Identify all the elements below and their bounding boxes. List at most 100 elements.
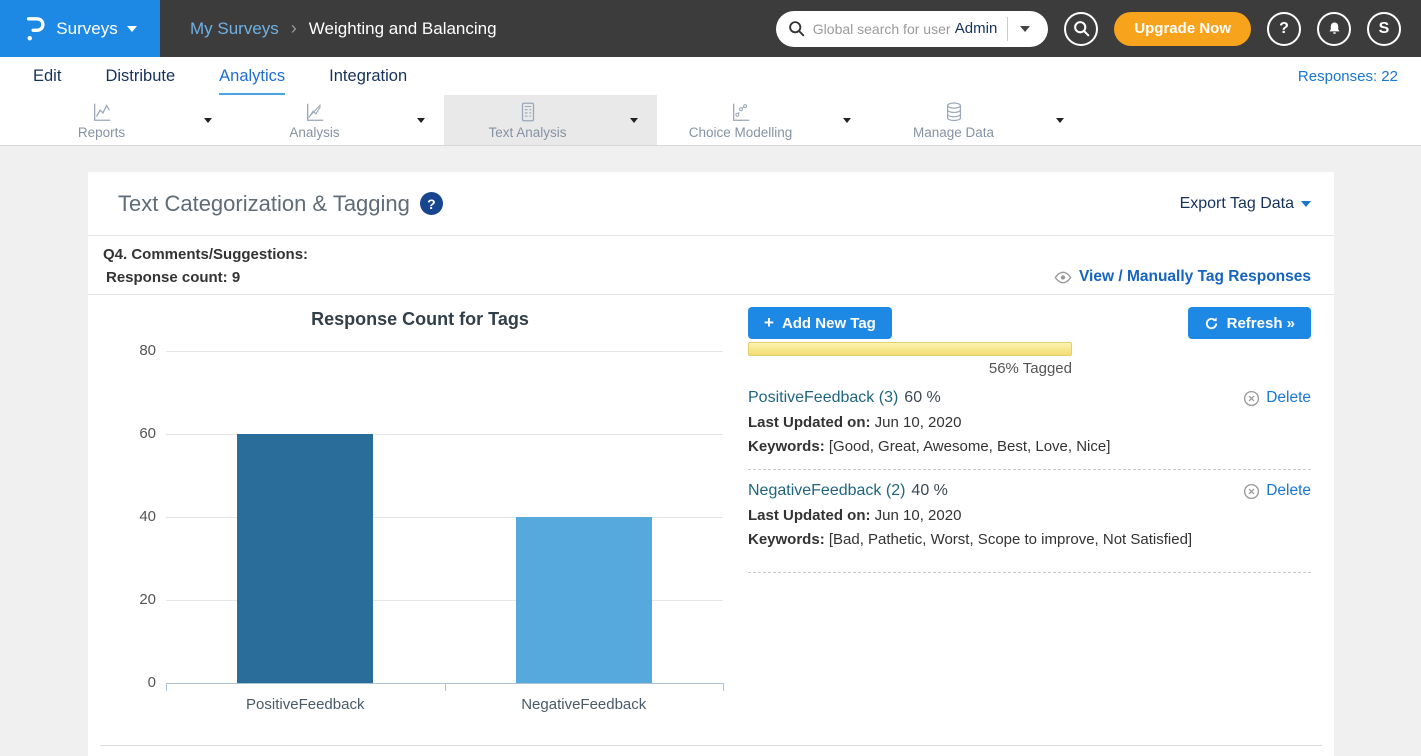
nav-item-integration[interactable]: Integration <box>329 57 407 95</box>
tab-group-reports: Reports <box>18 95 231 145</box>
divider <box>748 572 1311 573</box>
chevron-down-icon <box>1301 201 1311 207</box>
y-axis-tick-label: 40 <box>100 508 156 525</box>
add-new-tag-button[interactable]: + Add New Tag <box>748 307 892 339</box>
tab-reports-dropdown[interactable] <box>185 95 231 145</box>
tag-last-updated: Last Updated on: Jun 10, 2020 <box>748 507 1311 524</box>
question-section: Q4. Comments/Suggestions: Response count… <box>88 236 1334 295</box>
tag-item-negative-feedback: NegativeFeedback (2) 40 % Delete Last Up… <box>748 482 1311 573</box>
panel-content: Response Count for Tags 0 20 40 60 80 Positiv… <box>88 295 1334 740</box>
tab-text-analysis[interactable]: Text Analysis <box>444 95 611 145</box>
y-axis-tick-label: 60 <box>100 425 156 442</box>
questionpro-logo-icon <box>23 14 47 44</box>
tag-name-link[interactable]: PositiveFeedback (3) <box>748 389 898 407</box>
keywords-label: Keywords: <box>748 531 825 548</box>
tab-manage-data-dropdown[interactable] <box>1037 95 1083 145</box>
nav-item-edit[interactable]: Edit <box>33 57 61 95</box>
y-axis-tick-label: 20 <box>100 591 156 608</box>
tab-manage-data[interactable]: Manage Data <box>870 95 1037 145</box>
tab-group-manage-data: Manage Data <box>870 95 1083 145</box>
divider <box>748 469 1311 470</box>
tag-item-positive-feedback: PositiveFeedback (3) 60 % Delete Last Up… <box>748 389 1311 470</box>
tab-analysis[interactable]: Analysis <box>231 95 398 145</box>
circled-x-icon <box>1243 483 1260 500</box>
y-axis-tick-label: 80 <box>100 342 156 359</box>
y-axis-tick-label: 0 <box>100 674 156 691</box>
global-search: Admin <box>776 11 1049 47</box>
reports-icon <box>91 101 113 123</box>
last-updated-label: Last Updated on: <box>748 507 871 524</box>
nav-item-distribute[interactable]: Distribute <box>105 57 175 95</box>
tab-analysis-label: Analysis <box>289 125 339 140</box>
tab-analysis-dropdown[interactable] <box>398 95 444 145</box>
export-tag-data-dropdown[interactable]: Export Tag Data <box>1180 195 1311 213</box>
plus-icon: + <box>764 313 774 333</box>
page-title: Text Categorization & Tagging <box>118 191 410 217</box>
delete-label: Delete <box>1266 482 1311 500</box>
tab-choice-modelling[interactable]: Choice Modelling <box>657 95 824 145</box>
chart-bar <box>237 434 373 683</box>
bar-chart: Response Count for Tags 0 20 40 60 80 Positiv… <box>100 295 745 740</box>
last-updated-value: Jun 10, 2020 <box>871 507 962 524</box>
last-updated-value: Jun 10, 2020 <box>871 414 962 431</box>
tagged-progress: 56% Tagged <box>748 342 1072 377</box>
delete-tag-button[interactable]: Delete <box>1243 389 1311 407</box>
refresh-button[interactable]: Refresh » <box>1188 307 1311 339</box>
app-logo-block[interactable]: Surveys <box>0 0 160 57</box>
analysis-icon <box>304 101 326 123</box>
tab-manage-data-label: Manage Data <box>913 125 994 140</box>
chart-gridline <box>166 351 723 352</box>
upgrade-now-button[interactable]: Upgrade Now <box>1114 12 1251 46</box>
chart-title: Response Count for Tags <box>140 309 700 330</box>
help-button[interactable]: ? <box>1267 12 1301 46</box>
search-scope-dropdown[interactable] <box>1008 11 1042 47</box>
keywords-value: [Bad, Pathetic, Worst, Scope to improve,… <box>825 531 1192 548</box>
tab-text-analysis-dropdown[interactable] <box>611 95 657 145</box>
survey-nav: Edit Distribute Analytics Integration Re… <box>0 57 1421 95</box>
refresh-label: Refresh » <box>1227 315 1295 332</box>
breadcrumb: My Surveys › Weighting and Balancing <box>190 18 497 39</box>
tag-keywords: Keywords: [Bad, Pathetic, Worst, Scope t… <box>748 531 1311 548</box>
analytics-tabs: Reports Analysis Text Analysis Choice Mo… <box>0 95 1421 146</box>
eye-icon <box>1054 271 1072 284</box>
tag-row: PositiveFeedback (3) 60 % Delete <box>748 389 1311 407</box>
breadcrumb-my-surveys[interactable]: My Surveys <box>190 19 279 39</box>
bell-icon <box>1326 20 1343 37</box>
title-help-icon[interactable]: ? <box>420 192 443 215</box>
tags-panel: + Add New Tag Refresh » 56% Tagged Posit… <box>745 295 1334 740</box>
database-icon <box>943 101 965 123</box>
tab-choice-modelling-dropdown[interactable] <box>824 95 870 145</box>
delete-tag-button[interactable]: Delete <box>1243 482 1311 500</box>
x-axis-tick <box>166 683 167 691</box>
upgrade-now-label: Upgrade Now <box>1134 20 1231 37</box>
tab-reports[interactable]: Reports <box>18 95 185 145</box>
avatar[interactable]: S <box>1367 12 1401 46</box>
chart-bar <box>516 517 652 683</box>
keywords-value: [Good, Great, Awesome, Best, Love, Nice] <box>825 438 1111 455</box>
choice-modelling-icon <box>730 101 752 123</box>
top-header: Surveys My Surveys › Weighting and Balan… <box>0 0 1421 57</box>
tagged-progress-label: 56% Tagged <box>748 360 1072 377</box>
tag-actions-row: + Add New Tag Refresh » <box>748 307 1311 339</box>
x-axis-tick <box>445 683 446 691</box>
search-scope-admin[interactable]: Admin <box>951 20 1008 37</box>
x-axis-category-label: PositiveFeedback <box>166 696 445 713</box>
tab-text-analysis-label: Text Analysis <box>488 125 566 140</box>
search-icon <box>788 20 805 37</box>
tab-choice-modelling-label: Choice Modelling <box>689 125 793 140</box>
divider <box>100 745 1322 746</box>
responses-count[interactable]: Responses: 22 <box>1298 68 1398 85</box>
breadcrumb-current-survey: Weighting and Balancing <box>309 19 497 39</box>
search-input[interactable] <box>813 21 951 37</box>
avatar-initial: S <box>1379 20 1390 38</box>
delete-label: Delete <box>1266 389 1311 407</box>
tag-name-link[interactable]: NegativeFeedback (2) <box>748 482 905 500</box>
x-axis-tick <box>723 683 724 691</box>
add-new-tag-label: Add New Tag <box>782 315 876 332</box>
breadcrumb-separator: › <box>291 18 297 39</box>
search-button[interactable] <box>1064 12 1098 46</box>
notifications-button[interactable] <box>1317 12 1351 46</box>
nav-item-analytics[interactable]: Analytics <box>219 57 285 95</box>
view-manually-tag-link[interactable]: View / Manually Tag Responses <box>1054 268 1311 286</box>
tag-percent: 60 % <box>904 389 940 407</box>
